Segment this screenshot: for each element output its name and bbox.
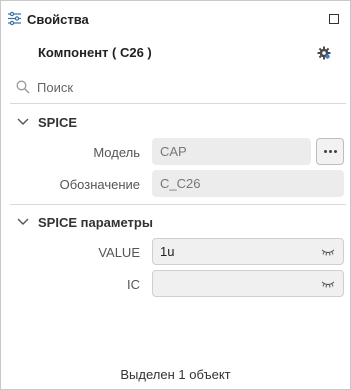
value-text: 1u: [160, 244, 175, 259]
section-header-spice-params[interactable]: SPICE параметры: [1, 212, 350, 234]
dot: [324, 150, 327, 153]
eye-closed-icon[interactable]: [321, 280, 335, 288]
sliders-icon: [8, 11, 21, 26]
section-title: SPICE параметры: [38, 215, 153, 230]
eye-closed-icon[interactable]: [321, 248, 335, 256]
property-label-model: Модель: [93, 145, 140, 160]
gear-icon[interactable]: [317, 46, 331, 60]
property-label-value: VALUE: [98, 245, 140, 260]
model-field[interactable]: CAP: [152, 138, 311, 165]
dot: [329, 150, 332, 153]
panel-title: Свойства: [27, 12, 89, 27]
search-bar: [1, 73, 350, 103]
more-button[interactable]: [316, 138, 344, 165]
dot: [334, 150, 337, 153]
property-label-designator: Обозначение: [59, 177, 140, 192]
section-title: SPICE: [38, 115, 78, 130]
maximize-icon[interactable]: [329, 14, 339, 24]
ic-field[interactable]: [152, 270, 344, 297]
panel-titlebar: Свойства: [1, 1, 350, 37]
chevron-down-icon: [17, 218, 29, 225]
value-field[interactable]: 1u: [152, 238, 344, 265]
search-input[interactable]: [37, 76, 337, 98]
designator-field[interactable]: C_C26: [152, 170, 344, 197]
property-label-ic: IC: [127, 277, 140, 292]
chevron-down-icon: [17, 118, 29, 125]
section-header-spice[interactable]: SPICE: [1, 112, 350, 134]
divider: [10, 103, 346, 104]
search-icon: [16, 80, 30, 94]
component-header: Компонент ( C26 ): [1, 37, 350, 67]
divider: [10, 204, 346, 205]
component-name: Компонент ( C26 ): [38, 45, 152, 60]
properties-panel: Свойства Компонент ( C26 ) Поиск SPICE М…: [0, 0, 351, 390]
status-text: Выделен 1 объект: [120, 367, 231, 382]
